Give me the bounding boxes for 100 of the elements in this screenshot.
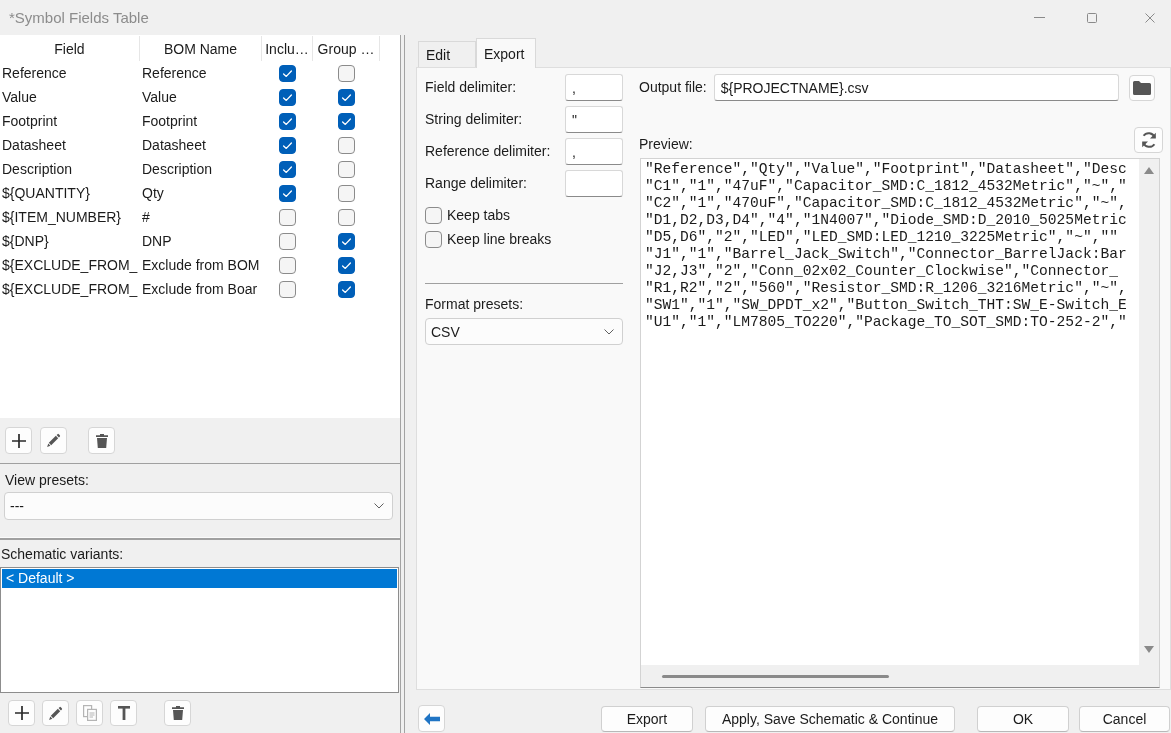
delete-button[interactable] bbox=[88, 427, 115, 454]
delete-button[interactable] bbox=[164, 700, 191, 726]
checkbox[interactable] bbox=[279, 88, 296, 106]
table-cell-text: Description bbox=[1, 160, 74, 179]
checkbox[interactable] bbox=[338, 160, 355, 178]
field-label: String delimiter: bbox=[425, 111, 523, 128]
copy-icon bbox=[82, 705, 97, 721]
vertical-scrollbar[interactable] bbox=[1139, 159, 1159, 687]
table-cell-text: Value bbox=[1, 88, 38, 107]
field-label: Range delimiter: bbox=[425, 175, 527, 192]
scroll-up-icon[interactable] bbox=[1144, 167, 1154, 174]
checkbox[interactable] bbox=[338, 208, 355, 226]
checkbox-label: Keep tabs bbox=[447, 207, 511, 223]
trash-icon bbox=[95, 433, 108, 448]
preview-line: "SW1","1","SW_DPDT_x2","Button_Switch_THT:SW_E-Switch_E bbox=[645, 297, 1127, 314]
chevron-down-icon bbox=[604, 328, 614, 335]
checkbox[interactable] bbox=[279, 280, 296, 298]
plus-icon bbox=[14, 706, 29, 720]
folder-icon bbox=[1133, 80, 1151, 95]
table-cell-text: Datasheet bbox=[1, 136, 67, 155]
text-button[interactable] bbox=[110, 700, 137, 726]
table-cell-text: Description bbox=[141, 160, 214, 179]
ok-button[interactable]: OK bbox=[977, 706, 1069, 732]
preview-line: "C1","1","47uF","Capacitor_SMD:C_1812_4532Metric","~"," bbox=[645, 178, 1127, 195]
table-cell-text: ${DNP} bbox=[1, 232, 50, 251]
list-item[interactable]: < Default > bbox=[2, 569, 397, 588]
column-header[interactable]: BOM Name bbox=[140, 36, 262, 61]
table-cell-text: # bbox=[141, 208, 151, 227]
text-field[interactable]: , bbox=[565, 138, 623, 165]
checkbox[interactable] bbox=[338, 232, 355, 250]
checkbox[interactable] bbox=[279, 232, 296, 250]
scrollbar-thumb[interactable] bbox=[662, 674, 889, 678]
table-cell-text: Footprint bbox=[141, 112, 199, 131]
preview-line: "D1,D2,D3,D4","4","1N4007","Diode_SMD:D_2010_5025Metric bbox=[645, 212, 1127, 229]
text-field[interactable]: ${PROJECTNAME}.csv bbox=[713, 74, 1119, 101]
refresh-button[interactable] bbox=[1134, 127, 1163, 153]
edit-button[interactable] bbox=[42, 700, 69, 726]
trash-icon bbox=[171, 706, 184, 720]
field-label: Reference delimiter: bbox=[425, 143, 551, 160]
checkbox[interactable] bbox=[338, 280, 355, 298]
checkbox[interactable] bbox=[279, 136, 296, 154]
table-cell-text: ${EXCLUDE_FROM_ bbox=[1, 280, 139, 299]
table-cell-text: ${ITEM_NUMBER} bbox=[1, 208, 123, 227]
maximize-icon[interactable] bbox=[1087, 12, 1097, 23]
preview-line: "D5,D6","2","LED","LED_SMD:LED_1210_3225Metric","~","" bbox=[645, 229, 1118, 246]
table-cell-text: Qty bbox=[141, 184, 165, 203]
checkbox[interactable] bbox=[279, 184, 296, 202]
cancel-button[interactable]: Cancel bbox=[1079, 706, 1170, 732]
export-button[interactable]: Export bbox=[600, 706, 693, 732]
table-cell-text: Exclude from BOM bbox=[141, 256, 261, 275]
checkbox[interactable] bbox=[279, 256, 296, 274]
checkbox[interactable] bbox=[338, 184, 355, 202]
refresh-icon bbox=[1139, 131, 1158, 149]
horizontal-scrollbar[interactable] bbox=[641, 665, 1139, 687]
checkbox[interactable] bbox=[338, 112, 355, 130]
checkbox[interactable] bbox=[338, 256, 355, 274]
checkbox[interactable] bbox=[279, 112, 296, 130]
text-field[interactable] bbox=[565, 170, 623, 197]
checkbox[interactable] bbox=[425, 230, 442, 248]
apply-save-continue-button[interactable]: Apply, Save Schematic & Continue bbox=[704, 706, 955, 732]
close-icon[interactable] bbox=[1145, 12, 1155, 23]
pencil-icon bbox=[46, 433, 61, 448]
checkbox[interactable] bbox=[425, 206, 442, 224]
text-icon bbox=[117, 706, 130, 720]
chevron-down-icon bbox=[374, 503, 384, 509]
edit-button[interactable] bbox=[40, 427, 67, 454]
add-button[interactable] bbox=[8, 700, 35, 726]
view-presets-dropdown[interactable]: --- bbox=[4, 492, 393, 520]
browse-button[interactable] bbox=[1129, 74, 1155, 101]
column-header[interactable]: Group … bbox=[313, 36, 380, 61]
checkbox[interactable] bbox=[338, 64, 355, 82]
table-cell-text: Reference bbox=[1, 64, 68, 83]
field-label: Field delimiter: bbox=[425, 79, 517, 96]
preview-label: Preview: bbox=[639, 136, 693, 153]
checkbox-label: Keep line breaks bbox=[447, 231, 552, 247]
pencil-icon bbox=[48, 705, 63, 721]
checkbox[interactable] bbox=[279, 64, 296, 82]
preview-line: "J2,J3","2","Conn_02x02_Counter_Clockwise","Connector_ bbox=[645, 263, 1118, 280]
format-presets-dropdown[interactable]: CSV bbox=[425, 318, 623, 345]
text-field[interactable]: , bbox=[565, 74, 623, 101]
preview-line: "U1","1","LM7805_TO220","Package_TO_SOT_SMD:TO-252-2"," bbox=[645, 314, 1127, 331]
checkbox[interactable] bbox=[338, 136, 355, 154]
checkbox[interactable] bbox=[338, 88, 355, 106]
add-button[interactable] bbox=[5, 427, 32, 454]
tab[interactable]: Export bbox=[476, 38, 537, 68]
tab[interactable]: Edit bbox=[418, 41, 476, 67]
text-field[interactable]: " bbox=[565, 106, 623, 133]
table-cell-text: ${EXCLUDE_FROM_ bbox=[1, 256, 139, 275]
checkbox[interactable] bbox=[279, 160, 296, 178]
column-header[interactable]: Field bbox=[0, 36, 140, 61]
preview-line: "J1","1","Barrel_Jack_Switch","Connector_BarrelJack:Bar bbox=[645, 246, 1127, 263]
window-title: *Symbol Fields Table bbox=[9, 9, 150, 26]
column-header[interactable]: Inclu… bbox=[262, 36, 313, 61]
table-cell-text: ${QUANTITY} bbox=[1, 184, 91, 203]
output-file-label: Output file: bbox=[639, 79, 707, 96]
back-button[interactable] bbox=[418, 705, 445, 732]
table-cell-text: Reference bbox=[141, 64, 208, 83]
preview-line: "C2","1","470uF","Capacitor_SMD:C_1812_4532Metric","~", bbox=[645, 195, 1127, 212]
checkbox[interactable] bbox=[279, 208, 296, 226]
scroll-down-icon[interactable] bbox=[1144, 646, 1154, 653]
